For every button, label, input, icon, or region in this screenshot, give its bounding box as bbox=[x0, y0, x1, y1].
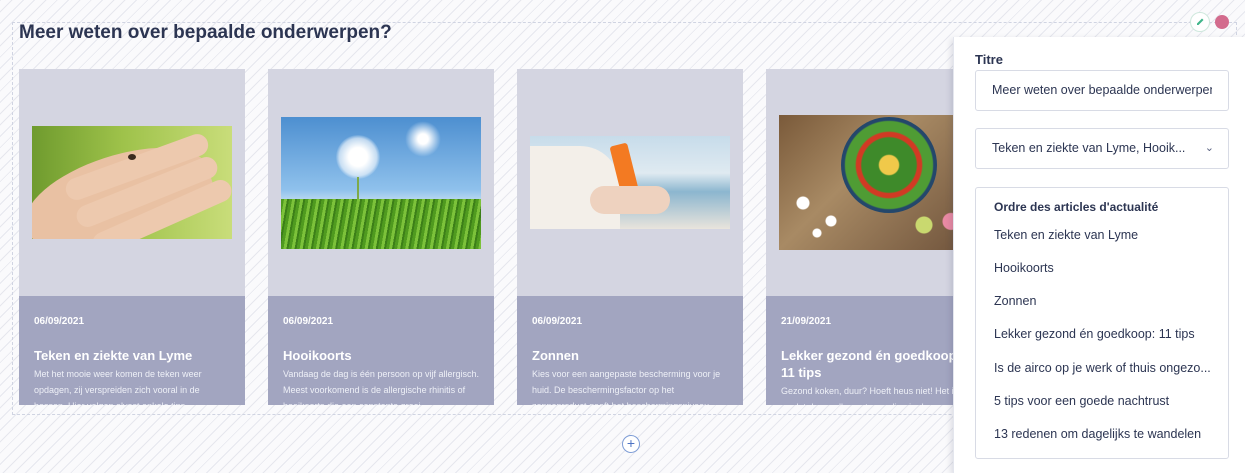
pencil-icon bbox=[1197, 18, 1204, 25]
order-item[interactable]: Zonnen bbox=[994, 294, 1036, 308]
card-title: Teken en ziekte van Lyme bbox=[34, 348, 193, 363]
order-item[interactable]: Hooikoorts bbox=[994, 261, 1054, 275]
order-item[interactable]: 13 redenen om dagelijks te wandelen bbox=[994, 427, 1201, 441]
article-card-lyme[interactable]: 06/09/2021 Teken en ziekte van Lyme Met … bbox=[19, 69, 245, 405]
card-date: 06/09/2021 bbox=[34, 316, 85, 327]
card-info: 06/09/2021 Zonnen Kies voor een aangepas… bbox=[517, 296, 743, 405]
order-item[interactable]: Lekker gezond én goedkoop: 11 tips bbox=[994, 327, 1195, 341]
card-title: Zonnen bbox=[532, 348, 579, 363]
article-card-hooikoorts[interactable]: 06/09/2021 Hooikoorts Vandaag de dag is … bbox=[268, 69, 494, 405]
order-item[interactable]: Is de airco op je werk of thuis ongezo..… bbox=[994, 361, 1211, 375]
dandelion-image bbox=[281, 116, 481, 249]
card-date: 06/09/2021 bbox=[283, 316, 334, 327]
order-item[interactable]: 5 tips voor een goede nachtrust bbox=[994, 394, 1169, 408]
card-media bbox=[517, 69, 743, 296]
card-description: Kies voor een aangepaste bescherming voo… bbox=[532, 369, 721, 405]
card-description: Met het mooie weer komen de teken weer o… bbox=[34, 369, 202, 405]
card-title: Hooikoorts bbox=[283, 348, 352, 363]
card-media bbox=[268, 69, 494, 296]
order-heading: Ordre des articles d'actualité bbox=[994, 200, 1159, 214]
add-block-button[interactable]: + bbox=[622, 435, 640, 453]
article-card-zonnen[interactable]: 06/09/2021 Zonnen Kies voor een aangepas… bbox=[517, 69, 743, 405]
chevron-down-icon: ⌄ bbox=[1204, 142, 1214, 154]
title-field[interactable] bbox=[975, 70, 1229, 111]
healthy-food-image bbox=[779, 115, 979, 250]
card-info: 06/09/2021 Hooikoorts Vandaag de dag is … bbox=[268, 296, 494, 405]
title-label: Titre bbox=[975, 52, 1003, 67]
card-description: Vandaag de dag is één persoon op vijf al… bbox=[283, 369, 479, 405]
plus-icon: + bbox=[626, 435, 636, 451]
order-item[interactable]: Teken en ziekte van Lyme bbox=[994, 228, 1138, 242]
card-info: 06/09/2021 Teken en ziekte van Lyme Met … bbox=[19, 296, 245, 405]
card-date: 06/09/2021 bbox=[532, 316, 583, 327]
sunscreen-image bbox=[530, 136, 730, 229]
articles-select[interactable]: Teken en ziekte van Lyme, Hooik... ⌄ bbox=[975, 128, 1229, 169]
settings-panel: Titre Teken en ziekte van Lyme, Hooik...… bbox=[953, 37, 1245, 473]
article-order-list: Ordre des articles d'actualité Teken en … bbox=[975, 187, 1229, 459]
tick-on-hand-image bbox=[32, 126, 232, 239]
editor-canvas: Meer weten over bepaalde onderwerpen? 06… bbox=[0, 0, 1245, 473]
block-status-dot[interactable] bbox=[1215, 15, 1229, 29]
card-media bbox=[19, 69, 245, 296]
section-title: Meer weten over bepaalde onderwerpen? bbox=[19, 22, 392, 43]
title-input[interactable] bbox=[992, 83, 1212, 97]
card-title: Lekker gezond én goedkoop: 11 tips bbox=[781, 348, 961, 380]
articles-select-value: Teken en ziekte van Lyme, Hooik... bbox=[992, 141, 1186, 155]
card-description: Gezond koken, duur? Hoeft heus niet! Het… bbox=[781, 386, 975, 405]
card-date: 21/09/2021 bbox=[781, 316, 832, 327]
edit-block-button[interactable] bbox=[1190, 12, 1210, 32]
